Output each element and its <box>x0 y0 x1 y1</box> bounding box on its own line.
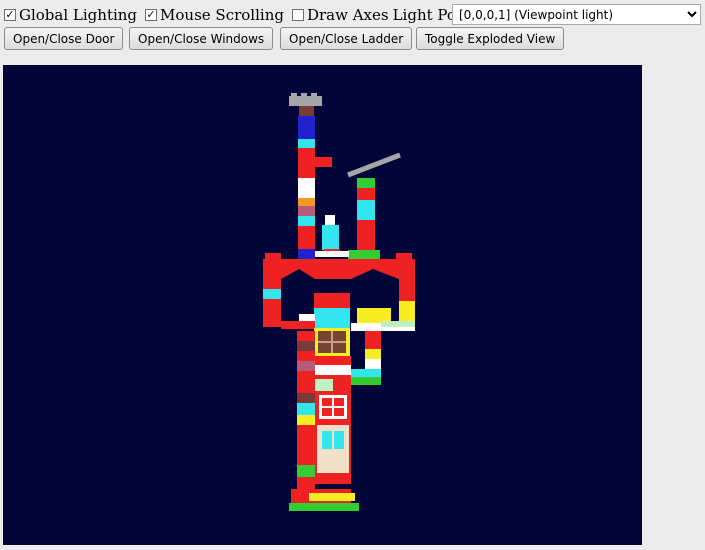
lego-tower-render <box>3 65 642 545</box>
checkbox-box[interactable]: ✓ <box>145 9 158 21</box>
options-bar: ✓ Global Lighting ✓ Mouse Scrolling Draw… <box>4 4 503 26</box>
mouse-scrolling-label: Mouse Scrolling <box>160 6 284 24</box>
light-position-select[interactable]: [0,0,0,1] (Viewpoint light) <box>452 4 701 25</box>
mouse-scrolling-checkbox[interactable]: ✓ Mouse Scrolling <box>145 6 284 24</box>
3d-viewport[interactable] <box>3 65 642 545</box>
toggle-exploded-view-button[interactable]: Toggle Exploded View <box>416 27 565 50</box>
draw-axes-label: Draw Axes <box>306 6 389 24</box>
open-close-door-button[interactable]: Open/Close Door <box>4 27 124 50</box>
open-close-windows-button[interactable]: Open/Close Windows <box>129 27 274 50</box>
checkbox-box[interactable] <box>291 9 304 21</box>
global-lighting-label: Global Lighting <box>19 6 138 24</box>
checkbox-box[interactable]: ✓ <box>4 9 16 21</box>
open-close-ladder-button[interactable]: Open/Close Ladder <box>280 27 413 50</box>
global-lighting-checkbox[interactable]: ✓ Global Lighting <box>4 6 137 24</box>
draw-axes-checkbox[interactable]: Draw Axes <box>291 6 389 24</box>
